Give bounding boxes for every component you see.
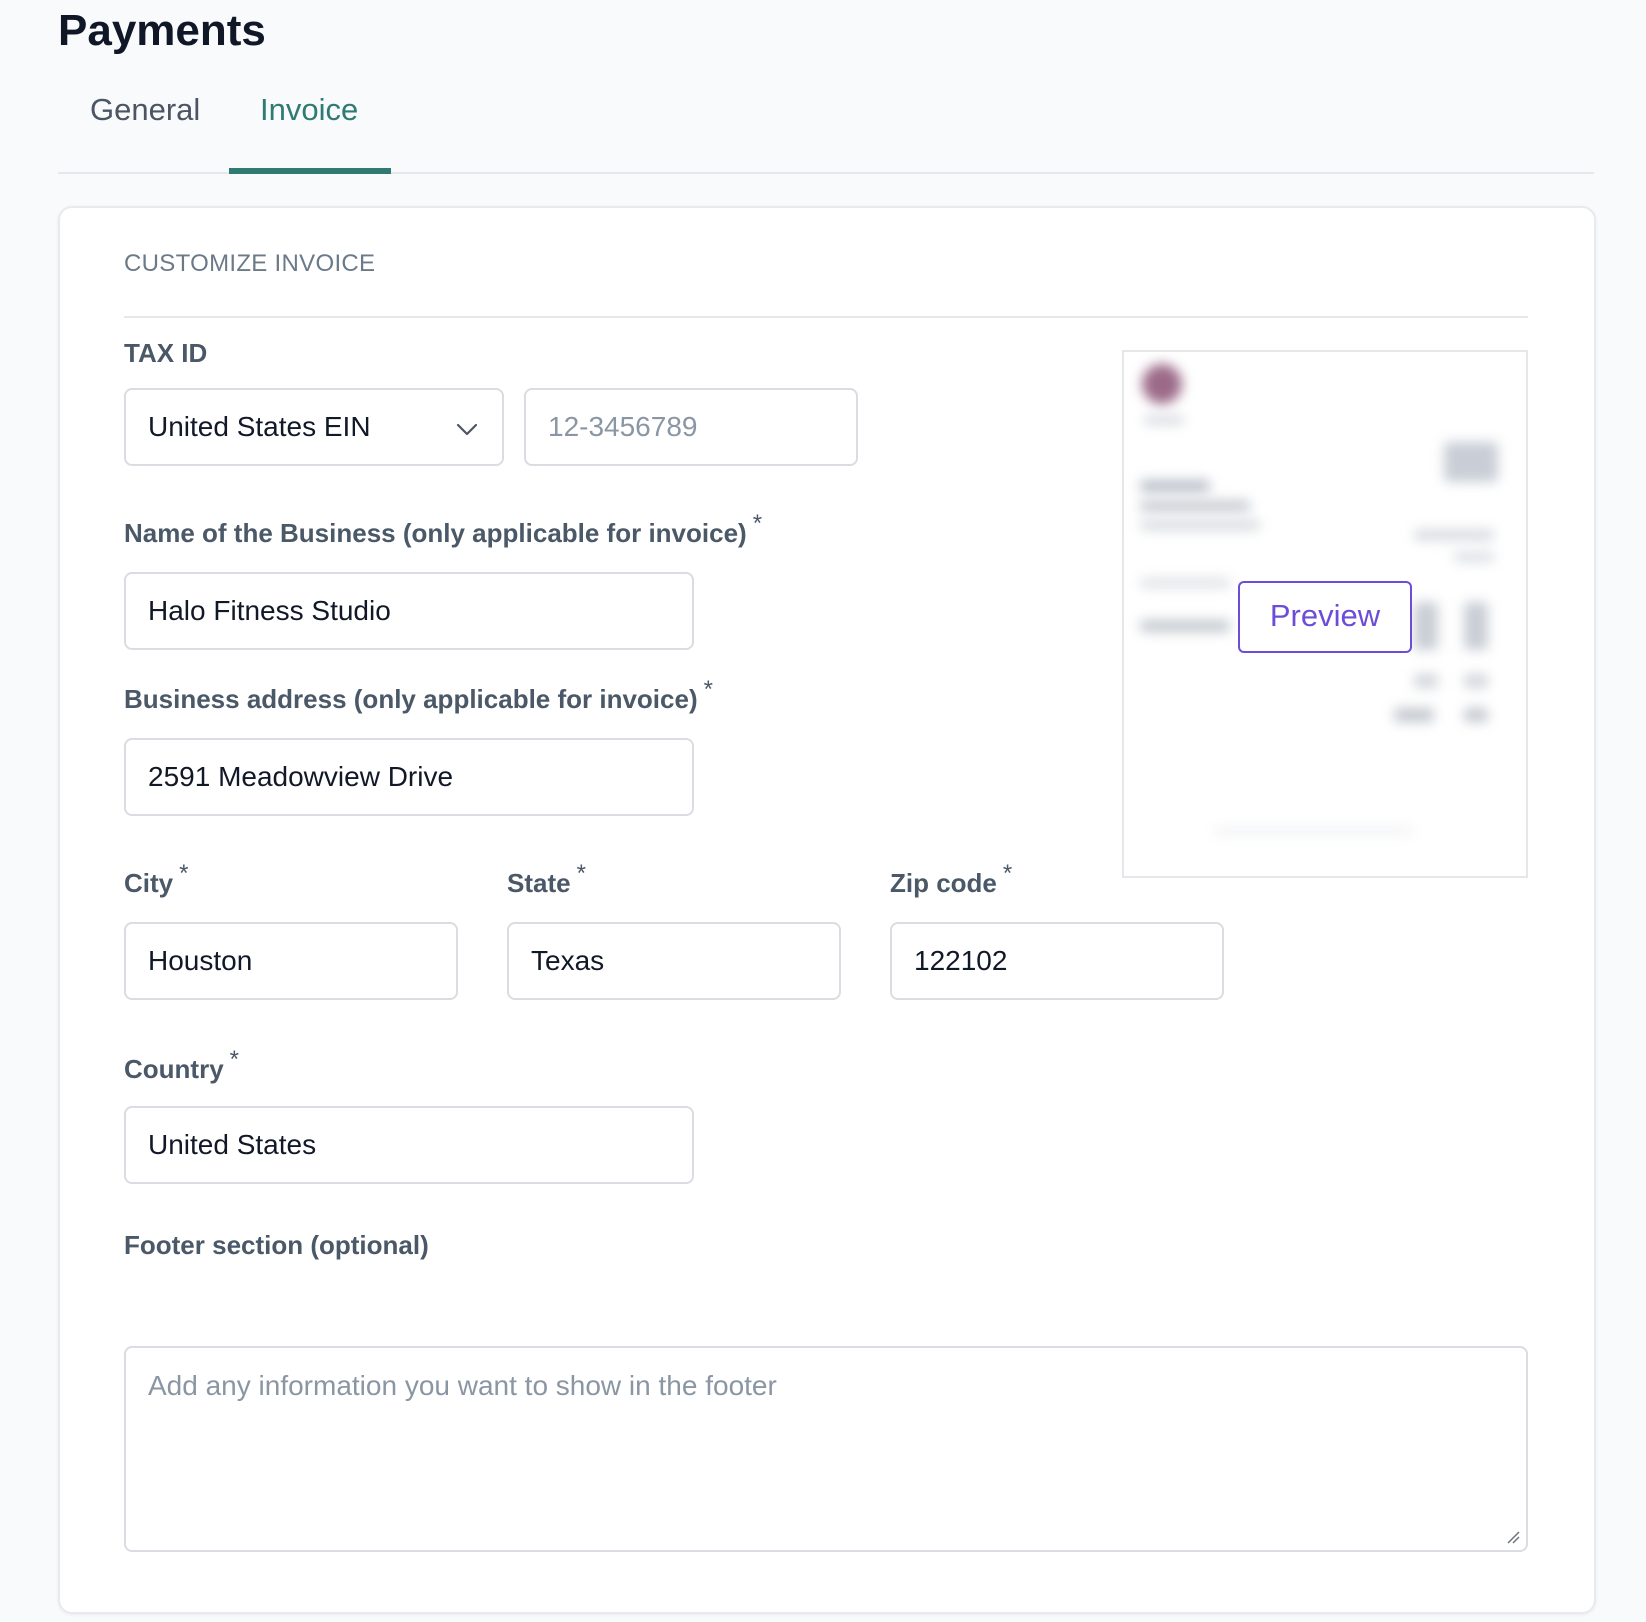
blurred-line	[1394, 708, 1434, 722]
required-asterisk: *	[179, 860, 189, 887]
tab-invoice[interactable]: Invoice	[260, 92, 358, 128]
blurred-line	[1140, 480, 1210, 492]
blurred-line	[1414, 530, 1494, 540]
country-input[interactable]: United States	[124, 1106, 694, 1184]
required-asterisk: *	[703, 676, 713, 703]
tab-bar: General Invoice	[58, 80, 1594, 174]
tax-id-label: TAX ID	[124, 338, 208, 368]
state-input[interactable]: Texas	[507, 922, 841, 1000]
blurred-line	[1140, 500, 1250, 512]
business-name-label-text: Name of the Business (only applicable fo…	[124, 518, 747, 548]
customize-invoice-card: CUSTOMIZE INVOICE TAX ID United States E…	[58, 206, 1596, 1614]
blurred-line	[1454, 552, 1494, 562]
tax-id-type-value: United States EIN	[148, 411, 371, 442]
blurred-line	[1214, 828, 1414, 834]
blurred-line	[1464, 674, 1488, 688]
blurred-line	[1140, 620, 1230, 632]
city-label-text: City	[124, 868, 174, 898]
country-label: Country *	[124, 1046, 239, 1085]
blurred-line	[1140, 520, 1260, 530]
blurred-line	[1140, 578, 1230, 588]
blurred-line	[1414, 674, 1438, 688]
required-asterisk: *	[576, 860, 586, 887]
footer-label: Footer section (optional)	[124, 1230, 429, 1260]
active-tab-indicator	[229, 168, 391, 174]
city-label: City *	[124, 860, 188, 899]
required-asterisk: *	[752, 510, 763, 537]
city-input[interactable]: Houston	[124, 922, 458, 1000]
preview-button[interactable]: Preview	[1238, 581, 1412, 653]
zip-code-label-text: Zip code	[890, 868, 997, 898]
chevron-down-icon	[456, 423, 478, 436]
footer-placeholder: Add any information you want to show in …	[148, 1370, 777, 1401]
state-label-text: State	[507, 868, 571, 898]
state-label: State *	[507, 860, 586, 899]
business-name-label: Name of the Business (only applicable fo…	[124, 510, 762, 549]
required-asterisk: *	[229, 1046, 240, 1073]
section-divider	[124, 316, 1528, 318]
blurred-line	[1144, 416, 1184, 424]
tax-id-number-input[interactable]: 12-3456789	[524, 388, 858, 466]
tax-id-type-select[interactable]: United States EIN	[124, 388, 504, 466]
blurred-line	[1464, 708, 1488, 722]
tab-general[interactable]: General	[90, 92, 200, 128]
footer-textarea[interactable]: Add any information you want to show in …	[124, 1346, 1528, 1552]
business-address-label-text: Business address (only applicable for in…	[124, 684, 698, 714]
business-address-label: Business address (only applicable for in…	[124, 676, 713, 715]
business-name-input[interactable]: Halo Fitness Studio	[124, 572, 694, 650]
zip-code-input[interactable]: 122102	[890, 922, 1224, 1000]
logo-placeholder	[1142, 364, 1182, 404]
country-label-text: Country	[124, 1054, 224, 1084]
zip-code-label: Zip code *	[890, 860, 1012, 899]
required-asterisk: *	[1002, 860, 1013, 887]
blurred-block	[1414, 602, 1438, 650]
blurred-block	[1444, 442, 1498, 482]
page-title: Payments	[58, 6, 266, 55]
section-title: CUSTOMIZE INVOICE	[124, 250, 376, 277]
resize-handle-icon[interactable]	[1506, 1530, 1520, 1544]
business-address-input[interactable]: 2591 Meadowview Drive	[124, 738, 694, 816]
blurred-block	[1464, 602, 1488, 650]
